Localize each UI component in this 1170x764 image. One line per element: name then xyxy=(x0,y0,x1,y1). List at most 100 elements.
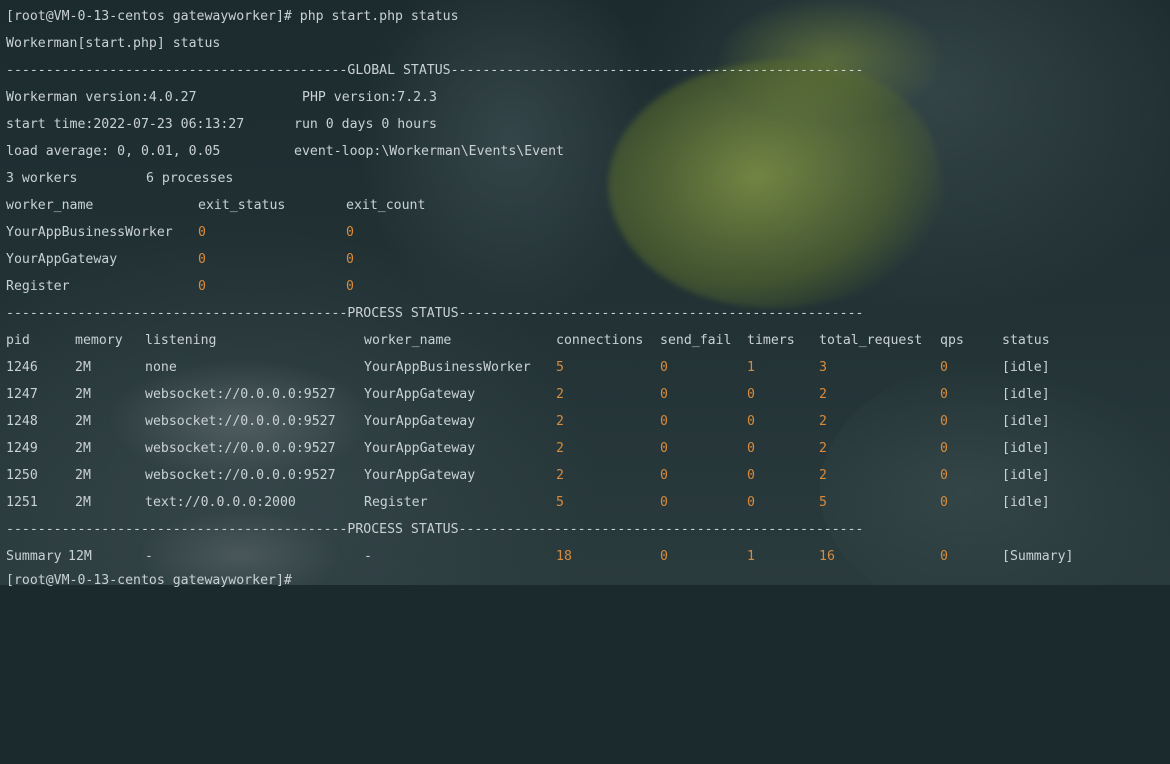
status: [idle] xyxy=(1002,441,1050,456)
exit-count: 0 xyxy=(346,279,354,294)
process-table-row: 1247 2M websocket://0.0.0.0:9527 YourApp… xyxy=(6,386,1050,404)
pid: 1247 xyxy=(6,387,38,402)
total-request: 2 xyxy=(819,468,827,483)
summary-status: [Summary] xyxy=(1002,549,1074,564)
global-line-3: load average: 0, 0.01, 0.05 event-loop:\… xyxy=(6,143,564,161)
worker-name: YourAppBusinessWorker xyxy=(364,360,531,375)
workers-table-row: YourAppGateway 0 0 xyxy=(6,251,354,269)
summary-worker-name: - xyxy=(364,549,372,564)
timers: 1 xyxy=(747,360,755,375)
process-table-row: 1248 2M websocket://0.0.0.0:9527 YourApp… xyxy=(6,413,1050,431)
col-pid: pid xyxy=(6,333,30,348)
qps: 0 xyxy=(940,468,948,483)
send-fail: 0 xyxy=(660,468,668,483)
process-status-separator: ----------------------------------------… xyxy=(6,306,864,321)
worker-name: YourAppGateway xyxy=(364,387,476,402)
total-request: 3 xyxy=(819,360,827,375)
process-table-header: pid memory listening worker_name connect… xyxy=(6,332,1050,350)
summary-total-request: 16 xyxy=(819,549,835,564)
connections: 2 xyxy=(556,441,564,456)
timers: 0 xyxy=(747,387,755,402)
summary-listening: - xyxy=(145,549,153,564)
worker-name: Register xyxy=(6,279,70,294)
total-request: 2 xyxy=(819,387,827,402)
memory: 2M xyxy=(75,387,91,402)
process-count: 6 processes xyxy=(146,171,234,186)
summary-row: Summary 12M - - 18 0 1 16 0 [Summary] xyxy=(6,548,1073,566)
col-send-fail: send_fail xyxy=(660,333,732,348)
status-header-line: Workerman[start.php] status xyxy=(6,36,221,51)
worker-count: 3 workers xyxy=(6,171,78,186)
total-request: 2 xyxy=(819,414,827,429)
pid: 1251 xyxy=(6,495,38,510)
terminal-window[interactable]: [root@VM-0-13-centos gatewayworker]# php… xyxy=(0,0,1170,588)
global-status-separator: ----------------------------------------… xyxy=(6,63,864,78)
timers: 0 xyxy=(747,414,755,429)
pid: 1249 xyxy=(6,441,38,456)
pid: 1246 xyxy=(6,360,38,375)
worker-name: YourAppGateway xyxy=(364,468,476,483)
final-prompt[interactable]: [root@VM-0-13-centos gatewayworker]# xyxy=(6,572,292,590)
global-line-4: 3 workers 6 processes xyxy=(6,170,233,188)
load-average: load average: 0, 0.01, 0.05 xyxy=(6,144,221,159)
connections: 5 xyxy=(556,495,564,510)
connections: 2 xyxy=(556,468,564,483)
listening: websocket://0.0.0.0:9527 xyxy=(145,468,336,483)
memory: 2M xyxy=(75,414,91,429)
col-connections: connections xyxy=(556,333,644,348)
listening: text://0.0.0.0:2000 xyxy=(145,495,296,510)
worker-name: YourAppGateway xyxy=(364,441,476,456)
timers: 0 xyxy=(747,468,755,483)
col-timers: timers xyxy=(747,333,795,348)
exit-status: 0 xyxy=(198,225,206,240)
process-table-row: 1249 2M websocket://0.0.0.0:9527 YourApp… xyxy=(6,440,1050,458)
exit-status: 0 xyxy=(198,279,206,294)
status: [idle] xyxy=(1002,387,1050,402)
total-request: 2 xyxy=(819,441,827,456)
status: [idle] xyxy=(1002,468,1050,483)
connections: 5 xyxy=(556,360,564,375)
workers-table-row: YourAppBusinessWorker 0 0 xyxy=(6,224,354,242)
summary-separator: ----------------------------------------… xyxy=(6,522,864,537)
start-time: start time:2022-07-23 06:13:27 xyxy=(6,117,245,132)
status: [idle] xyxy=(1002,414,1050,429)
total-request: 5 xyxy=(819,495,827,510)
worker-name: YourAppGateway xyxy=(364,414,476,429)
send-fail: 0 xyxy=(660,387,668,402)
col-qps: qps xyxy=(940,333,964,348)
qps: 0 xyxy=(940,360,948,375)
qps: 0 xyxy=(940,414,948,429)
qps: 0 xyxy=(940,441,948,456)
listening: websocket://0.0.0.0:9527 xyxy=(145,441,336,456)
connections: 2 xyxy=(556,387,564,402)
summary-connections: 18 xyxy=(556,549,572,564)
summary-label: Summary xyxy=(6,549,62,564)
workers-table-header: worker_name exit_status exit_count xyxy=(6,197,425,215)
send-fail: 0 xyxy=(660,414,668,429)
send-fail: 0 xyxy=(660,360,668,375)
memory: 2M xyxy=(75,495,91,510)
col-exit-count: exit_count xyxy=(346,198,426,213)
col-exit-status: exit_status xyxy=(198,198,286,213)
qps: 0 xyxy=(940,387,948,402)
process-table-row: 1251 2M text://0.0.0.0:2000 Register 5 0… xyxy=(6,494,1050,512)
event-loop: event-loop:\Workerman\Events\Event xyxy=(294,144,564,159)
process-table-row: 1246 2M none YourAppBusinessWorker 5 0 1… xyxy=(6,359,1050,377)
status: [idle] xyxy=(1002,495,1050,510)
exit-count: 0 xyxy=(346,225,354,240)
worker-name: YourAppGateway xyxy=(6,252,118,267)
summary-send-fail: 0 xyxy=(660,549,668,564)
pid: 1250 xyxy=(6,468,38,483)
exit-count: 0 xyxy=(346,252,354,267)
memory: 2M xyxy=(75,360,91,375)
send-fail: 0 xyxy=(660,495,668,510)
worker-name: YourAppBusinessWorker xyxy=(6,225,173,240)
pid: 1248 xyxy=(6,414,38,429)
timers: 0 xyxy=(747,441,755,456)
worker-name: Register xyxy=(364,495,428,510)
col-listening: listening xyxy=(145,333,217,348)
col-worker-name: worker_name xyxy=(364,333,452,348)
timers: 0 xyxy=(747,495,755,510)
summary-memory: 12M xyxy=(68,549,92,564)
col-status: status xyxy=(1002,333,1050,348)
